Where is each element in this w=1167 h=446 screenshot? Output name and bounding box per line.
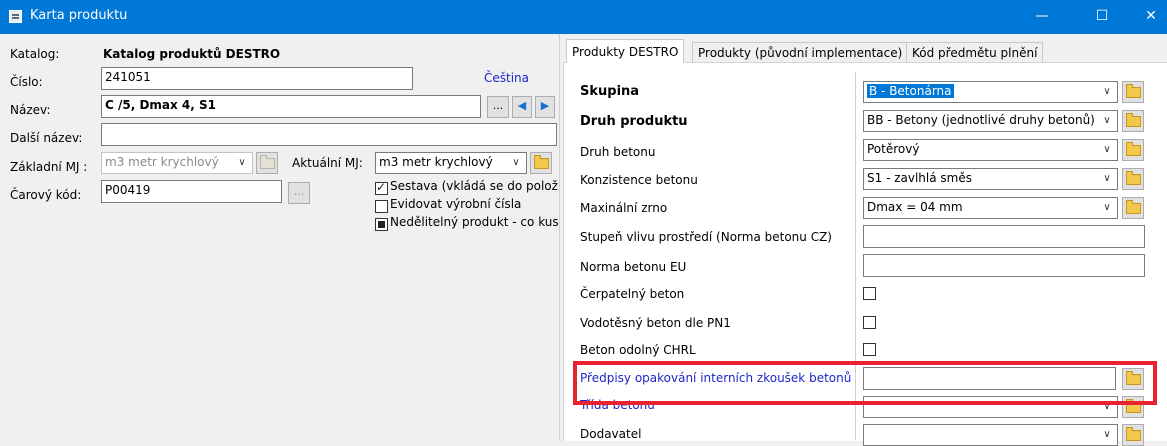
nazev-input[interactable]: C /5, Dmax 4, S1	[101, 95, 481, 118]
vodotesny-checkbox[interactable]	[863, 316, 876, 329]
druh-betonu-folder-button[interactable]	[1122, 139, 1144, 161]
folder-icon	[1126, 427, 1141, 441]
zakladni-mj-label: Základní MJ :	[10, 160, 88, 174]
close-button[interactable]: ✕	[1135, 0, 1167, 34]
chevron-down-icon: ∨	[1103, 86, 1111, 97]
title-bar: Karta produktu — ☐ ✕	[0, 0, 1167, 34]
evidovat-checkbox[interactable]	[375, 200, 388, 213]
highlight-box	[573, 361, 1157, 405]
folder-icon	[260, 155, 275, 169]
chevron-down-icon: ∨	[1103, 173, 1111, 184]
dodavatel-label: Dodavatel	[580, 427, 642, 441]
chrl-checkbox[interactable]	[863, 343, 876, 356]
folder-icon	[1126, 142, 1141, 156]
konzistence-folder-button[interactable]	[1122, 168, 1144, 190]
carovy-kod-input[interactable]: P00419	[101, 180, 282, 203]
minimize-button[interactable]: —	[1019, 0, 1065, 34]
stupen-input[interactable]	[863, 225, 1145, 248]
cerpatelny-label: Čerpatelný beton	[580, 287, 685, 301]
sestava-label: Sestava (vkládá se do polož	[390, 179, 558, 193]
skupina-select[interactable]: B - Betonárna ∨	[863, 81, 1118, 103]
prev-arrow-button[interactable]: ◀	[512, 96, 532, 118]
app-icon	[9, 10, 22, 23]
druh-betonu-value: Potěrový	[867, 142, 920, 156]
konzistence-label: Konzistence betonu	[580, 173, 698, 187]
evidovat-label: Evidovat výrobní čísla	[390, 197, 522, 211]
chevron-down-icon: ∨	[1103, 202, 1111, 213]
tab-kod-predmetu[interactable]: Kód předmětu plnění	[906, 42, 1044, 63]
zrno-select[interactable]: Dmax = 04 mm ∨	[863, 197, 1118, 219]
chevron-down-icon: ∨	[1103, 144, 1111, 155]
dalsi-nazev-label: Další název:	[10, 131, 83, 145]
folder-icon	[1126, 84, 1141, 98]
aktualni-mj-label: Aktuální MJ:	[292, 156, 363, 170]
konzistence-value: S1 - zavlhlá směs	[867, 171, 972, 185]
aktualni-mj-folder-button[interactable]	[530, 152, 552, 174]
folder-icon	[1126, 171, 1141, 185]
zakladni-mj-value: m3 metr krychlový	[105, 155, 219, 169]
language-link[interactable]: Čeština	[484, 71, 529, 85]
chevron-down-icon: ∨	[238, 157, 246, 168]
nazev-label: Název:	[10, 103, 51, 117]
nedelitelny-label: Nedělitelný produkt - co kus	[390, 215, 558, 229]
aktualni-mj-value: m3 metr krychlový	[379, 155, 493, 169]
druh-produktu-label: Druh produktu	[580, 114, 688, 129]
folder-icon	[1126, 200, 1141, 214]
katalog-value: Katalog produktů DESTRO	[103, 47, 281, 61]
skupina-value: B - Betonárna	[867, 84, 954, 98]
carovy-kod-more-button[interactable]: ...	[288, 182, 310, 204]
dodavatel-folder-button[interactable]	[1122, 424, 1144, 446]
tab-produkty-puvodni[interactable]: Produkty (původní implementace)	[692, 42, 909, 63]
zrno-value: Dmax = 04 mm	[867, 200, 963, 214]
druh-produktu-select[interactable]: BB - Betony (jednotlivé druhy betonů) ∨	[863, 110, 1118, 132]
nedelitelny-checkbox[interactable]	[375, 218, 388, 231]
vodotesny-label: Vodotěsný beton dle PN1	[580, 316, 731, 330]
cislo-label: Číslo:	[10, 75, 43, 89]
zrno-folder-button[interactable]	[1122, 197, 1144, 219]
norma-eu-label: Norma betonu EU	[580, 260, 687, 274]
carovy-kod-label: Čarový kód:	[10, 188, 82, 202]
nazev-more-button[interactable]: ...	[487, 96, 509, 118]
cislo-input[interactable]: 241051	[101, 67, 413, 90]
window-title: Karta produktu	[30, 8, 128, 23]
dalsi-nazev-input[interactable]	[101, 123, 557, 146]
konzistence-select[interactable]: S1 - zavlhlá směs ∨	[863, 168, 1118, 190]
skupina-label: Skupina	[580, 84, 640, 99]
norma-eu-input[interactable]	[863, 254, 1145, 277]
chevron-down-icon: ∨	[1103, 115, 1111, 126]
zrno-label: Maxinální zrno	[580, 201, 668, 215]
druh-produktu-value: BB - Betony (jednotlivé druhy betonů)	[867, 113, 1095, 127]
maximize-button[interactable]: ☐	[1079, 0, 1125, 34]
zakladni-mj-folder-button[interactable]	[256, 152, 278, 174]
stupen-label: Stupeň vlivu prostředí (Norma betonu CZ)	[580, 230, 832, 244]
druh-betonu-label: Druh betonu	[580, 145, 656, 159]
druh-betonu-select[interactable]: Potěrový ∨	[863, 139, 1118, 161]
sestava-checkbox[interactable]	[375, 180, 388, 195]
cerpatelny-checkbox[interactable]	[863, 287, 876, 300]
druh-produktu-folder-button[interactable]	[1122, 110, 1144, 132]
chrl-label: Beton odolný CHRL	[580, 343, 696, 357]
folder-icon	[534, 155, 549, 169]
tab-produkty-destro[interactable]: Produkty DESTRO	[566, 39, 685, 63]
panel-separator	[559, 34, 560, 440]
zakladni-mj-select[interactable]: m3 metr krychlový ∨	[101, 152, 253, 174]
aktualni-mj-select[interactable]: m3 metr krychlový ∨	[375, 152, 527, 174]
chevron-down-icon: ∨	[512, 157, 520, 168]
next-arrow-button[interactable]: ▶	[535, 96, 555, 118]
skupina-folder-button[interactable]	[1122, 81, 1144, 103]
folder-icon	[1126, 113, 1141, 127]
dodavatel-select[interactable]: ∨	[863, 424, 1118, 446]
katalog-label: Katalog:	[10, 47, 60, 61]
